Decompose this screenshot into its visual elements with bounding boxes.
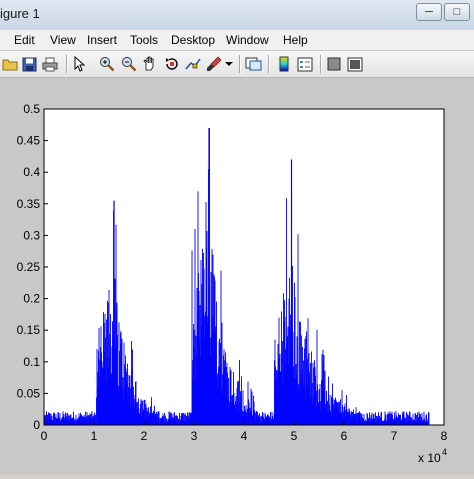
y-tick-label: 0.5: [23, 102, 40, 116]
plot-canvas: 0 0.05 0.1 0.15 0.2 0.25 0.3 0.35 0.4 0.45 0.5 0 1 2…: [17, 102, 448, 465]
window-title: igure 1: [0, 6, 40, 21]
toolbar-separator: [320, 55, 322, 73]
y-tick-label: 0.1: [23, 355, 40, 369]
y-tick-label: 0.25: [17, 260, 41, 274]
show-plot-tools-icon[interactable]: [345, 54, 365, 74]
y-tick-label: 0.05: [17, 386, 41, 400]
y-tick-label: 0: [33, 418, 40, 432]
pointer-icon[interactable]: [70, 54, 90, 74]
x-tick-label: 4: [241, 429, 248, 443]
data-cursor-icon[interactable]: [183, 54, 203, 74]
y-tick-label: 0.35: [17, 197, 41, 211]
x-tick-label: 6: [341, 429, 348, 443]
zoom-out-icon[interactable]: [119, 54, 139, 74]
x-tick-label: 0: [41, 429, 48, 443]
x-tick-label: 7: [391, 429, 398, 443]
colorbar-icon[interactable]: [274, 54, 294, 74]
y-tick-label: 0.45: [17, 134, 41, 148]
figure-toolbar: [0, 51, 474, 78]
open-folder-icon[interactable]: [0, 54, 20, 74]
link-plot-icon[interactable]: [244, 54, 264, 74]
save-icon[interactable]: [19, 54, 39, 74]
x-tick-label: 5: [291, 429, 298, 443]
menu-window[interactable]: Window: [226, 33, 269, 47]
minimize-icon[interactable]: ─: [416, 3, 442, 21]
menu-bar: Edit View Insert Tools Desktop Window He…: [0, 30, 474, 51]
toolbar-separator: [268, 55, 270, 73]
y-tick-label: 0.4: [23, 165, 40, 179]
figure-area: 0 0.05 0.1 0.15 0.2 0.25 0.3 0.35 0.4 0.45 0.5 0 1 2…: [0, 78, 474, 474]
menu-edit[interactable]: Edit: [14, 33, 35, 47]
toolbar-separator: [66, 55, 68, 73]
dropdown-arrow-icon[interactable]: [222, 54, 236, 74]
hide-plot-tools-icon[interactable]: [324, 54, 344, 74]
rotate-3d-icon[interactable]: [162, 54, 182, 74]
x-tick-label: 3: [191, 429, 198, 443]
pan-hand-icon[interactable]: [140, 54, 160, 74]
x-tick-label: 8: [441, 429, 448, 443]
brush-icon[interactable]: [204, 54, 224, 74]
menu-tools[interactable]: Tools: [130, 33, 158, 47]
y-tick-label: 0.15: [17, 323, 41, 337]
x-tick-label: 2: [141, 429, 148, 443]
print-icon[interactable]: [40, 54, 60, 74]
y-tick-label: 0.3: [23, 228, 40, 242]
legend-icon[interactable]: [295, 54, 315, 74]
y-tick-label: 0.2: [23, 292, 40, 306]
toolbar-separator: [239, 55, 241, 73]
maximize-icon[interactable]: □: [444, 3, 470, 21]
window-buttons: ─ □: [416, 3, 470, 21]
window-titlebar[interactable]: igure 1 ─ □: [0, 0, 474, 31]
zoom-in-icon[interactable]: [97, 54, 117, 74]
x-multiplier-exponent: 4: [442, 447, 447, 457]
menu-insert[interactable]: Insert: [87, 33, 117, 47]
menu-desktop[interactable]: Desktop: [171, 33, 215, 47]
x-tick-label: 1: [91, 429, 98, 443]
menu-view[interactable]: View: [50, 33, 76, 47]
x-multiplier-label: x 10: [418, 451, 441, 465]
menu-help[interactable]: Help: [283, 33, 308, 47]
